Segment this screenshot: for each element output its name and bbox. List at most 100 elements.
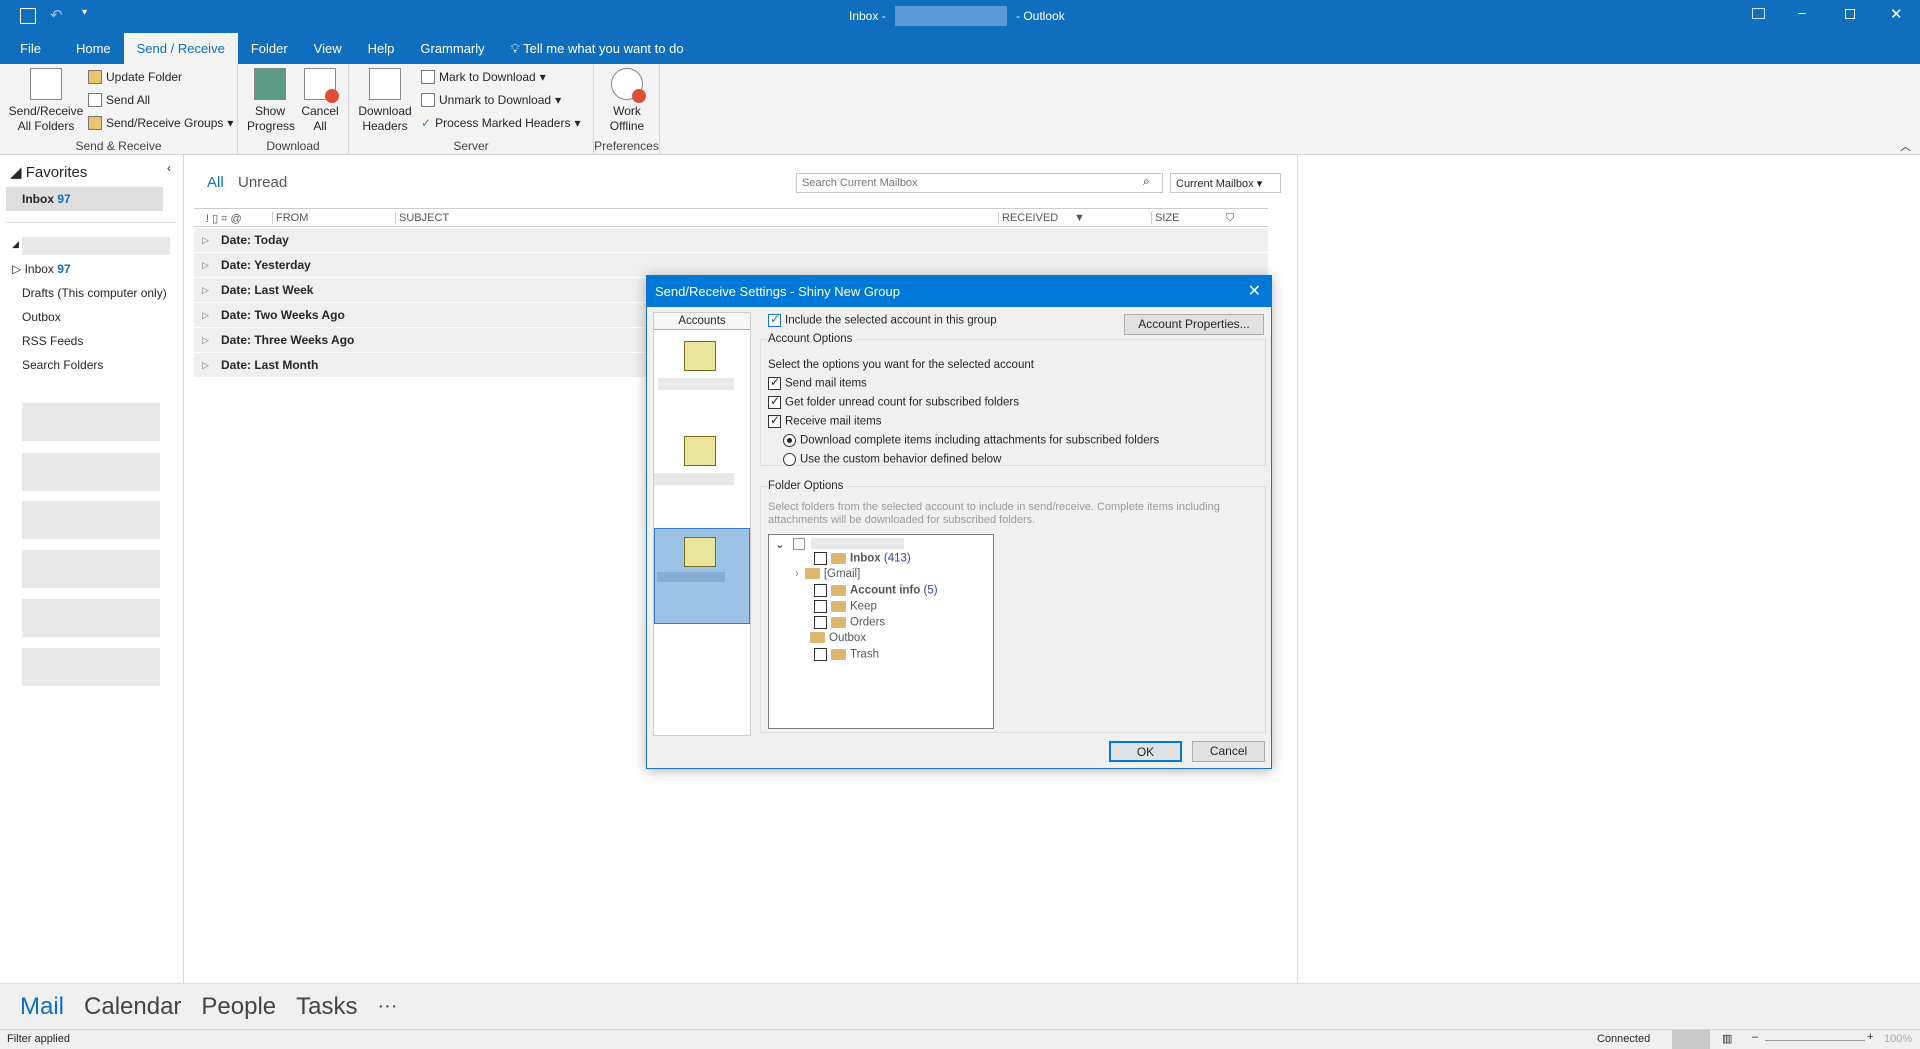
cancel-button[interactable]: Cancel bbox=[1192, 741, 1265, 762]
process-marked-headers-button[interactable]: ✓ Process Marked Headers ▾ bbox=[421, 116, 580, 130]
zoom-in-icon[interactable]: + bbox=[1867, 1031, 1873, 1043]
group-row[interactable]: Date: Yesterday bbox=[194, 253, 1268, 277]
radio[interactable] bbox=[783, 434, 796, 447]
tab-home[interactable]: Home bbox=[54, 33, 124, 64]
expand-account-icon[interactable]: ◢ bbox=[12, 239, 19, 250]
from-column[interactable]: FROM bbox=[272, 212, 308, 224]
sort-descending-icon[interactable]: ▼ bbox=[1074, 212, 1085, 224]
selected-account[interactable] bbox=[654, 528, 750, 624]
ok-button[interactable]: OK bbox=[1109, 741, 1182, 762]
get-unread-count-checkbox[interactable]: Get folder unread count for subscribed f… bbox=[768, 394, 1019, 409]
work-offline-button[interactable]: Work Offline bbox=[602, 68, 652, 134]
include-account-checkbox[interactable]: Include the selected account in this gro… bbox=[768, 312, 997, 327]
collapse-icon[interactable]: ⌄ bbox=[775, 537, 785, 551]
folder-drafts[interactable]: Drafts (This computer only) bbox=[22, 286, 167, 300]
tree-item-account-info[interactable]: Account info (5) bbox=[814, 584, 938, 597]
folder-tree[interactable]: ⌄ Inbox (413) › [Gmail] Account info (5) … bbox=[768, 534, 994, 729]
folder-inbox[interactable]: ▷ Inbox 97 bbox=[12, 262, 71, 276]
close-window-icon[interactable]: ✕ bbox=[1890, 5, 1903, 23]
redacted-account[interactable] bbox=[22, 648, 160, 686]
send-receive-all-button[interactable]: Send/Receive All Folders bbox=[6, 68, 86, 134]
account-properties-button[interactable]: Account Properties... bbox=[1124, 314, 1264, 335]
tab-send-receive[interactable]: Send / Receive bbox=[123, 33, 238, 64]
nav-calendar[interactable]: Calendar bbox=[84, 993, 181, 1021]
tab-folder[interactable]: Folder bbox=[238, 33, 301, 64]
minimize-icon[interactable]: – bbox=[1798, 4, 1806, 20]
nav-more-icon[interactable]: ··· bbox=[378, 995, 398, 1018]
undo-icon[interactable]: ↶ bbox=[50, 6, 63, 24]
redacted-account[interactable] bbox=[22, 501, 160, 539]
tree-item-keep[interactable]: Keep bbox=[814, 600, 877, 613]
tree-item-gmail[interactable]: › [Gmail] bbox=[795, 568, 860, 580]
update-folder-button[interactable]: Update Folder bbox=[88, 70, 182, 84]
tree-item-orders[interactable]: Orders bbox=[814, 616, 885, 629]
favorites-header[interactable]: ◢ Favorites bbox=[10, 163, 87, 181]
search-scope-dropdown[interactable]: Current Mailbox ▾ bbox=[1170, 173, 1281, 193]
group-row[interactable]: Date: Today bbox=[194, 228, 1268, 252]
send-mail-checkbox[interactable]: Send mail items bbox=[768, 375, 867, 390]
nav-tasks[interactable]: Tasks bbox=[296, 993, 357, 1021]
nav-people[interactable]: People bbox=[201, 993, 276, 1021]
checkbox[interactable] bbox=[814, 552, 827, 565]
tab-grammarly[interactable]: Grammarly bbox=[407, 33, 497, 64]
folder-search-folders[interactable]: Search Folders bbox=[22, 358, 103, 372]
normal-view-icon[interactable] bbox=[1672, 1030, 1710, 1049]
filter-unread[interactable]: Unread bbox=[238, 174, 287, 191]
importance-column[interactable]: ! ▯ ⌗ @ bbox=[206, 212, 242, 226]
radio[interactable] bbox=[783, 453, 796, 466]
checkbox[interactable] bbox=[768, 394, 781, 409]
tree-item-outbox[interactable]: Outbox bbox=[810, 632, 866, 644]
mark-to-download-button[interactable]: Mark to Download ▾ bbox=[421, 70, 546, 84]
receive-mail-checkbox[interactable]: Receive mail items bbox=[768, 413, 882, 428]
checkbox[interactable] bbox=[768, 413, 781, 428]
tab-view[interactable]: View bbox=[301, 33, 355, 64]
filter-all[interactable]: All bbox=[207, 174, 224, 191]
send-all-button[interactable]: Send All bbox=[88, 93, 150, 107]
collapse-pane-icon[interactable]: ‹ bbox=[167, 161, 171, 175]
redacted-account[interactable] bbox=[22, 403, 160, 441]
favorites-inbox[interactable]: Inbox 97 bbox=[6, 187, 163, 211]
folder-rss-feeds[interactable]: RSS Feeds bbox=[22, 334, 83, 348]
custom-behavior-radio[interactable]: Use the custom behavior defined below bbox=[783, 453, 1001, 466]
expand-icon[interactable]: › bbox=[795, 568, 799, 580]
search-input[interactable] bbox=[796, 173, 1163, 193]
checkbox[interactable] bbox=[814, 616, 827, 629]
search-icon[interactable]: ⌕ bbox=[1143, 174, 1150, 189]
show-progress-button[interactable]: Show Progress bbox=[247, 68, 295, 134]
filter-icon[interactable]: ⛉ bbox=[1226, 212, 1234, 225]
collapse-ribbon-icon[interactable]: ︿ bbox=[1900, 138, 1911, 154]
account-icon[interactable] bbox=[684, 341, 716, 371]
received-column[interactable]: RECEIVED bbox=[998, 212, 1058, 224]
download-complete-radio[interactable]: Download complete items including attach… bbox=[783, 434, 1159, 447]
checkbox[interactable] bbox=[768, 375, 781, 390]
unmark-to-download-button[interactable]: Unmark to Download ▾ bbox=[421, 93, 561, 107]
send-receive-groups-button[interactable]: Send/Receive Groups ▾ bbox=[88, 116, 233, 130]
quick-access-dropdown-icon[interactable]: ▾ bbox=[82, 7, 87, 18]
nav-mail[interactable]: Mail bbox=[20, 993, 64, 1021]
accounts-list[interactable]: Accounts bbox=[653, 312, 751, 736]
checkbox[interactable] bbox=[814, 648, 827, 661]
download-headers-button[interactable]: Download Headers bbox=[355, 68, 415, 134]
reading-view-icon[interactable]: ▥ bbox=[1722, 1032, 1732, 1045]
size-column[interactable]: SIZE bbox=[1151, 212, 1179, 224]
cancel-all-button[interactable]: Cancel All bbox=[298, 68, 342, 134]
dialog-close-icon[interactable]: ✕ bbox=[1248, 276, 1261, 307]
restore-icon[interactable] bbox=[1845, 9, 1855, 19]
redacted-account[interactable] bbox=[22, 550, 160, 588]
zoom-out-icon[interactable]: – bbox=[1752, 1031, 1758, 1043]
subject-column[interactable]: SUBJECT bbox=[395, 212, 449, 224]
tree-item-trash[interactable]: Trash bbox=[814, 648, 879, 661]
checkbox[interactable] bbox=[814, 600, 827, 613]
tree-item-inbox[interactable]: Inbox (413) bbox=[814, 552, 911, 565]
ribbon-display-options-icon[interactable] bbox=[1752, 8, 1765, 19]
tab-file[interactable]: File bbox=[0, 33, 54, 64]
account-icon[interactable] bbox=[684, 436, 716, 466]
checkbox[interactable] bbox=[814, 584, 827, 597]
redacted-account[interactable] bbox=[22, 599, 160, 637]
tab-help[interactable]: Help bbox=[355, 33, 408, 64]
zoom-slider[interactable] bbox=[1765, 1040, 1865, 1041]
checkbox[interactable] bbox=[768, 312, 781, 327]
tell-me-search[interactable]: 💡︎ Tell me what you want to do bbox=[498, 33, 697, 64]
redacted-account[interactable] bbox=[22, 453, 160, 491]
folder-outbox[interactable]: Outbox bbox=[22, 310, 61, 324]
